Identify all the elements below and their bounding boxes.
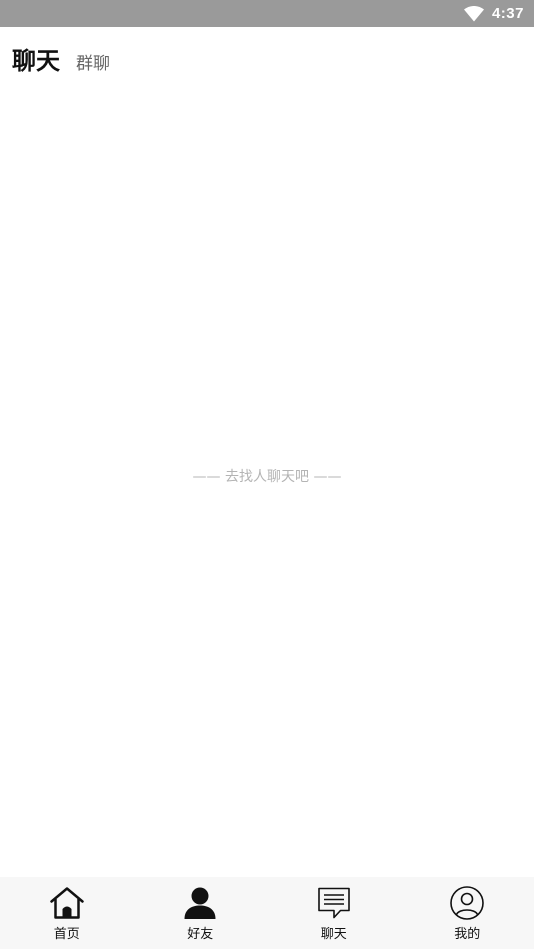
nav-item-profile[interactable]: 我的 — [401, 877, 534, 949]
nav-label-friends: 好友 — [187, 927, 214, 942]
empty-chat-hint: —— 去找人聊天吧 —— — [192, 469, 342, 485]
nav-label-chat: 聊天 — [320, 927, 347, 942]
profile-icon — [450, 886, 485, 920]
tab-group-chat[interactable]: 群聊 — [76, 49, 110, 74]
nav-item-friends[interactable]: 好友 — [134, 877, 268, 949]
header: 聊天 群聊 — [0, 27, 534, 87]
wifi-icon — [463, 5, 484, 21]
chat-icon — [317, 887, 350, 919]
status-bar: 4:37 — [0, 0, 534, 27]
status-right: 4:37 — [463, 0, 524, 27]
tab-chat[interactable]: 聊天 — [12, 41, 60, 76]
bottom-nav: 首页 好友 聊天 我的 — [0, 877, 534, 949]
nav-item-chat[interactable]: 聊天 — [267, 877, 401, 949]
person-icon — [184, 887, 216, 919]
nav-label-home: 首页 — [53, 927, 80, 942]
nav-label-profile: 我的 — [454, 927, 481, 942]
nav-item-home[interactable]: 首页 — [0, 877, 134, 949]
home-icon — [50, 887, 84, 919]
status-time: 4:37 — [491, 5, 524, 22]
